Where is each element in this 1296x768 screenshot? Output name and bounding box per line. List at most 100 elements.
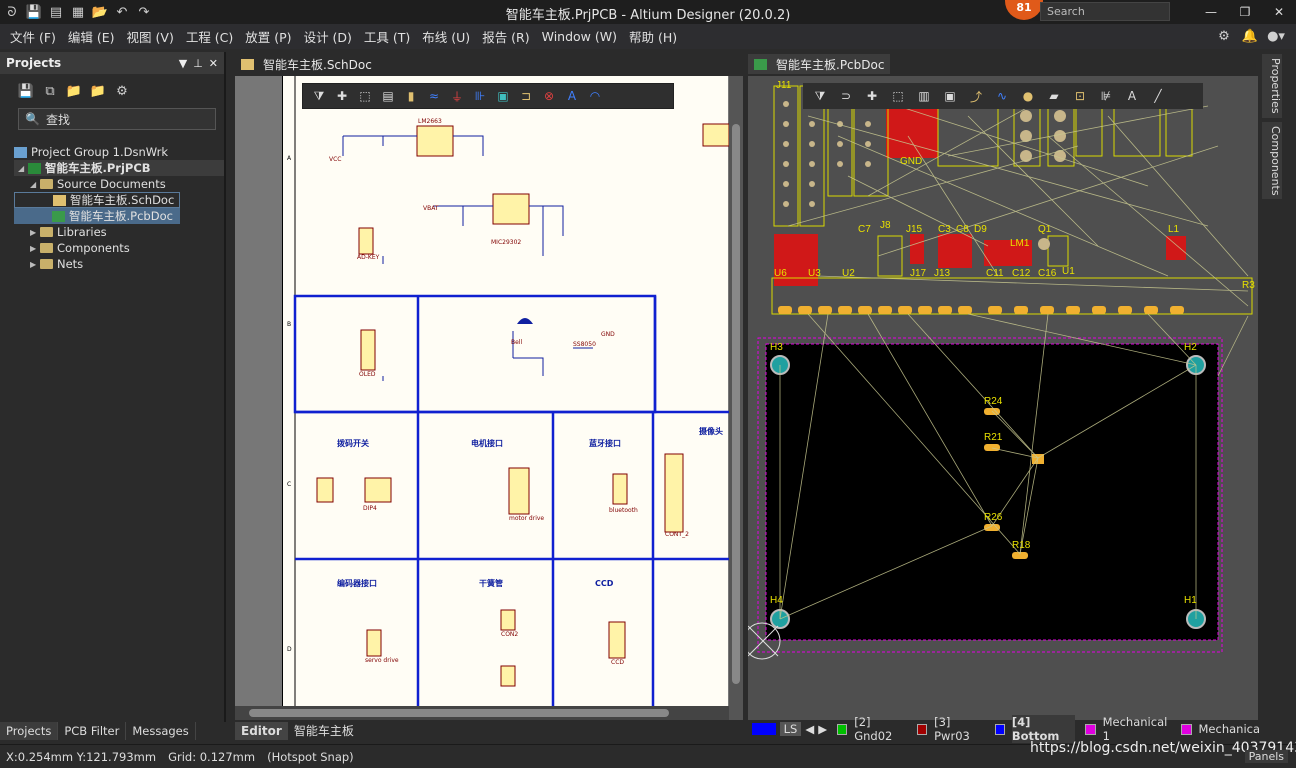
expand-icon[interactable]: ▶ (30, 228, 40, 237)
menu-file[interactable]: 文件 (F) (4, 27, 62, 46)
align-icon[interactable]: ▤ (380, 88, 396, 104)
dimension-icon[interactable]: ⊯ (1097, 88, 1115, 104)
component-icon[interactable]: ▣ (941, 88, 959, 104)
tree-components[interactable]: ▶ Components (14, 240, 224, 256)
maximize-button[interactable]: ❐ (1228, 0, 1262, 24)
power-port-icon[interactable]: ⏚ (449, 88, 465, 104)
current-layer-swatch[interactable] (752, 723, 776, 735)
menu-edit[interactable]: 编辑 (E) (62, 27, 121, 46)
schematic-sheet[interactable]: A B C D LM2663 MIC29302 OLED AD-KEY moto… (282, 76, 730, 706)
panel-menu-icon[interactable]: ▼ (179, 57, 187, 70)
tree-libraries[interactable]: ▶ Libraries (14, 224, 224, 240)
notification-badge[interactable]: 81 (1005, 0, 1043, 20)
project-search-input[interactable]: 🔍 查找 (18, 108, 216, 130)
tree-project[interactable]: ◢ 智能车主板.PrjPCB (14, 160, 224, 176)
layer-prev-icon[interactable]: ◀ (805, 722, 814, 736)
harness-icon[interactable]: ▣ (495, 88, 511, 104)
undo-icon[interactable]: ↶ (114, 4, 130, 20)
filter-icon[interactable]: ⧩ (811, 88, 829, 104)
line-icon[interactable]: ╱ (1149, 88, 1167, 104)
select-rect-icon[interactable]: ⬚ (357, 88, 373, 104)
tab-messages[interactable]: Messages (126, 722, 196, 740)
move-icon[interactable]: ✚ (863, 88, 881, 104)
text-icon[interactable]: A (564, 88, 580, 104)
via-icon[interactable]: ● (1019, 88, 1037, 104)
text-icon[interactable]: A (1123, 88, 1141, 104)
menu-view[interactable]: 视图 (V) (121, 27, 180, 46)
tab-editor[interactable]: Editor (235, 722, 288, 740)
menu-tools[interactable]: 工具 (T) (358, 27, 416, 46)
tab-board-name[interactable]: 智能车主板 (288, 722, 360, 740)
magnet-icon[interactable]: ⊃ (837, 88, 855, 104)
user-icon[interactable]: ●▾ (1267, 28, 1285, 44)
select-rect-icon[interactable]: ⬚ (889, 88, 907, 104)
filter-icon[interactable]: ⧩ (311, 88, 327, 104)
scroll-thumb[interactable] (249, 709, 669, 717)
tab-pcb-filter[interactable]: PCB Filter (58, 722, 127, 740)
layer-next-icon[interactable]: ▶ (818, 722, 827, 736)
polygon-icon[interactable]: ▰ (1045, 88, 1063, 104)
close-button[interactable]: ✕ (1262, 0, 1296, 24)
menu-place[interactable]: 放置 (P) (239, 27, 297, 46)
settings-gear-icon[interactable]: ⚙ (1216, 28, 1232, 44)
copy-icon[interactable]: ⧉ (42, 83, 58, 99)
bell-icon[interactable]: 🔔 (1242, 28, 1258, 44)
save-icon[interactable]: 💾 (26, 4, 42, 20)
keepout-icon[interactable]: ⊡ (1071, 88, 1089, 104)
schematic-horizontal-scrollbar[interactable] (235, 706, 729, 720)
save-all-icon[interactable]: ▤ (48, 4, 64, 20)
components-panel-tab[interactable]: Components (1262, 121, 1282, 200)
search-input[interactable]: Search (1040, 2, 1170, 21)
layer-tab-mechanical[interactable]: Mechanica (1199, 722, 1261, 736)
schematic-editor[interactable]: A B C D LM2663 MIC29302 OLED AD-KEY moto… (235, 76, 743, 720)
collapse-icon[interactable]: ◢ (30, 180, 40, 189)
schematic-vertical-scrollbar[interactable] (729, 76, 743, 720)
pcb-editor[interactable]: J11 GND U6 U3 U2 J8 C3 C8 D9 LM1 Q1 L1 C… (748, 76, 1258, 720)
save-project-icon[interactable]: 💾 (18, 83, 34, 99)
minimize-button[interactable]: — (1194, 0, 1228, 24)
part-icon[interactable]: ▮ (403, 88, 419, 104)
menu-window[interactable]: Window (W) (536, 29, 623, 44)
expand-icon[interactable]: ▶ (30, 244, 40, 253)
align-icon[interactable]: ▥ (915, 88, 933, 104)
layer-tab-pwr03[interactable]: [3] Pwr03 (934, 715, 985, 743)
tree-nets[interactable]: ▶ Nets (14, 256, 224, 272)
layer-tab-bottom[interactable]: [4] Bottom (1011, 715, 1076, 743)
tab-schdoc[interactable]: 智能车主板.SchDoc (235, 54, 378, 74)
arc-icon[interactable]: ◠ (587, 88, 603, 104)
print-icon[interactable]: ▦ (70, 4, 86, 20)
folder-open-icon[interactable]: 📁 (66, 83, 82, 99)
bus-icon[interactable]: ⊪ (472, 88, 488, 104)
route-icon[interactable]: ⤴ (967, 88, 985, 104)
menu-reports[interactable]: 报告 (R) (476, 27, 535, 46)
diff-pair-icon[interactable]: ∿ (993, 88, 1011, 104)
menu-project[interactable]: 工程 (C) (180, 27, 239, 46)
redo-icon[interactable]: ↷ (136, 4, 152, 20)
menu-route[interactable]: 布线 (U) (416, 27, 476, 46)
move-icon[interactable]: ✚ (334, 88, 350, 104)
port-icon[interactable]: ⊐ (518, 88, 534, 104)
tab-pcbdoc[interactable]: 智能车主板.PcbDoc (748, 54, 891, 74)
layer-tab-gnd02[interactable]: [2] Gnd02 (854, 715, 907, 743)
scroll-thumb[interactable] (732, 124, 740, 684)
collapse-icon[interactable]: ◢ (18, 164, 28, 173)
gear-icon[interactable]: ⚙ (114, 83, 130, 99)
folder-add-icon[interactable]: 📁 (90, 83, 106, 99)
tree-source-documents[interactable]: ◢ Source Documents (14, 176, 224, 192)
tree-sch-doc[interactable]: 智能车主板.SchDoc (14, 192, 180, 208)
panels-button[interactable]: Panels (1244, 750, 1288, 763)
menu-help[interactable]: 帮助 (H) (623, 27, 683, 46)
properties-panel-tab[interactable]: Properties (1262, 54, 1282, 118)
no-erc-icon[interactable]: ⊗ (541, 88, 557, 104)
tree-project-group[interactable]: Project Group 1.DsnWrk (14, 144, 224, 160)
pin-icon[interactable]: ⊥ (193, 57, 203, 70)
panel-close-icon[interactable]: ✕ (209, 57, 218, 70)
tab-projects[interactable]: Projects (0, 722, 59, 740)
layer-tab-mechanical-1[interactable]: Mechanical 1 (1103, 715, 1172, 743)
wire-icon[interactable]: ≈ (426, 88, 442, 104)
expand-icon[interactable]: ▶ (30, 260, 40, 269)
menu-design[interactable]: 设计 (D) (298, 27, 358, 46)
layer-set-button[interactable]: LS (779, 722, 802, 736)
open-folder-icon[interactable]: 📂 (92, 4, 108, 20)
tree-pcb-doc[interactable]: 智能车主板.PcbDoc (14, 208, 180, 224)
